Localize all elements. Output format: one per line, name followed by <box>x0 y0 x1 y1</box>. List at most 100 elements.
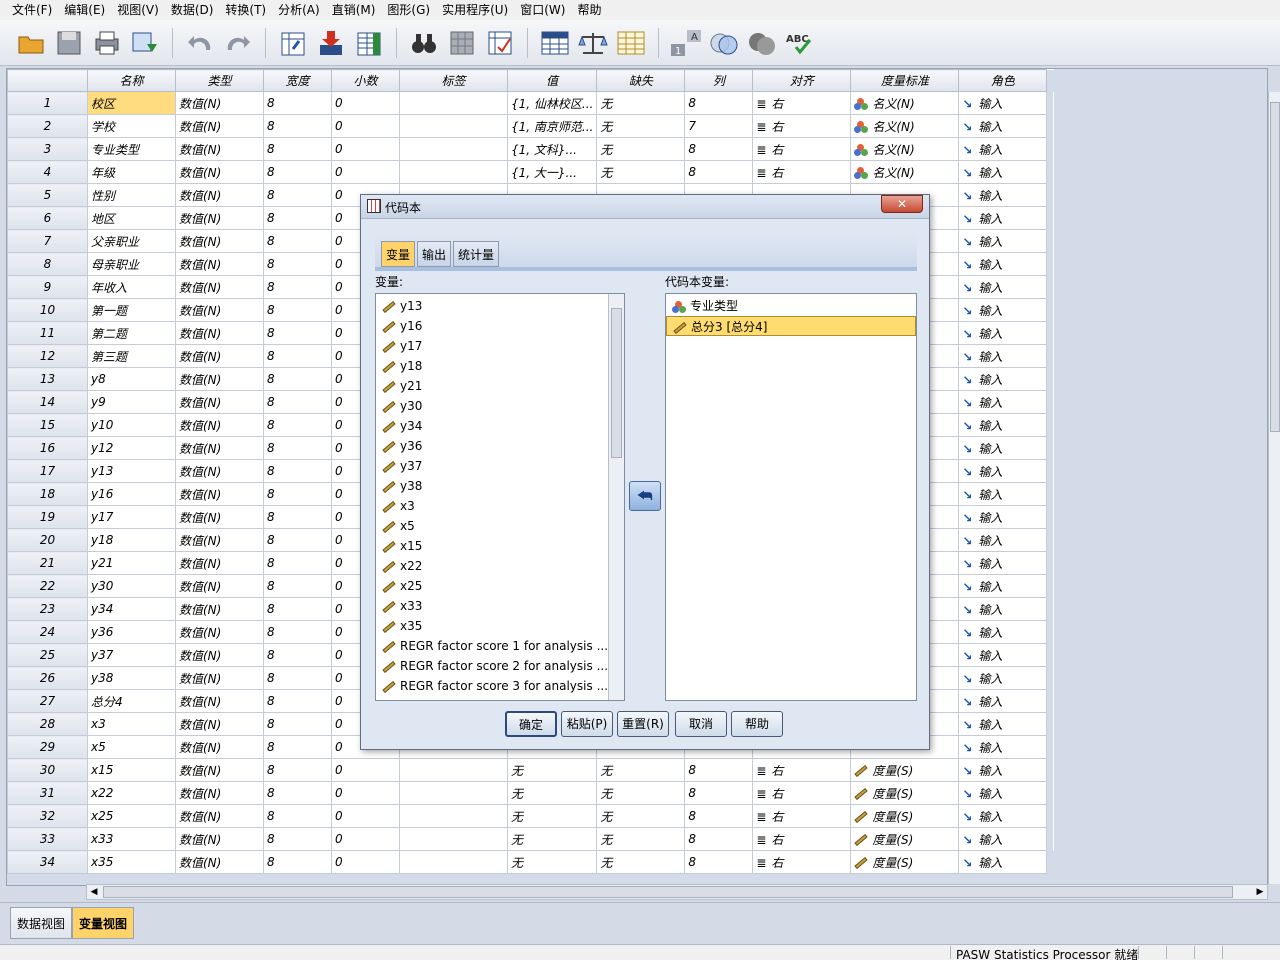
select-cases-icon[interactable] <box>538 26 572 60</box>
grid-cell[interactable]: 7 <box>684 114 754 138</box>
grid-cell[interactable]: ↘ 输入 <box>958 390 1048 414</box>
grid-cell[interactable]: 8 <box>684 137 754 161</box>
grid-cell[interactable]: 无 <box>596 91 686 115</box>
row-number[interactable]: 3 <box>7 137 88 161</box>
grid-cell[interactable]: y10 <box>87 413 176 437</box>
row-number[interactable]: 8 <box>7 252 88 276</box>
grid-cell[interactable]: x5 <box>87 735 176 759</box>
grid-cell[interactable]: 数值(N) <box>175 344 264 368</box>
grid-cell[interactable]: 数值(N) <box>175 758 264 782</box>
column-header[interactable]: 列 <box>684 69 754 92</box>
row-number[interactable]: 22 <box>7 574 88 598</box>
grid-cell[interactable]: ↘ 输入 <box>958 459 1048 483</box>
row-number[interactable]: 23 <box>7 597 88 621</box>
grid-cell[interactable]: 8 <box>684 827 754 851</box>
grid-cell[interactable] <box>399 160 508 184</box>
grid-cell[interactable]: ↘ 输入 <box>958 321 1048 345</box>
grid-cell[interactable]: 数值(N) <box>175 827 264 851</box>
column-header[interactable]: 角色 <box>958 69 1048 92</box>
grid-cell[interactable]: 无 <box>596 160 686 184</box>
grid-cell[interactable]: ≣ 右 <box>752 850 852 874</box>
grid-cell[interactable]: 8 <box>263 804 332 828</box>
tab-statistics[interactable]: 统计量 <box>453 241 500 267</box>
tab-data-view[interactable]: 数据视图 <box>10 907 73 939</box>
grid-cell[interactable]: 度量(S) <box>850 758 960 782</box>
grid-cell[interactable]: ↘ 输入 <box>958 413 1048 437</box>
grid-cell[interactable]: 数值(N) <box>175 367 264 391</box>
grid-cell[interactable]: 数值(N) <box>175 137 264 161</box>
grid-cell[interactable]: 8 <box>263 712 332 736</box>
grid-cell[interactable]: 年收入 <box>87 275 176 299</box>
grid-cell[interactable]: ↘ 输入 <box>958 206 1048 230</box>
ok-button[interactable]: 确定 <box>505 711 557 737</box>
grid-cell[interactable]: 度量(S) <box>850 781 960 805</box>
grid-cell[interactable]: x33 <box>87 827 176 851</box>
grid-cell[interactable]: 8 <box>263 505 332 529</box>
circles-icon[interactable] <box>745 26 779 60</box>
grid-cell[interactable]: 数值(N) <box>175 643 264 667</box>
grid-cell[interactable]: 数值(N) <box>175 666 264 690</box>
grid-cell[interactable]: ↘ 输入 <box>958 850 1048 874</box>
column-header[interactable]: 类型 <box>175 69 264 92</box>
goto-case-icon[interactable] <box>276 26 310 60</box>
grid-cell[interactable]: y16 <box>87 482 176 506</box>
dialog-title-bar[interactable]: 代码本 ✕ <box>361 195 929 219</box>
grid-cell[interactable]: 0 <box>331 758 400 782</box>
source-list-scroll-thumb[interactable] <box>611 308 622 458</box>
reset-button[interactable]: 重置(R) <box>617 711 669 737</box>
grid-cell[interactable]: 8 <box>684 804 754 828</box>
show-all-icon[interactable]: 1A <box>669 26 703 60</box>
grid-cell[interactable]: ↘ 输入 <box>958 528 1048 552</box>
grid-cell[interactable]: ≣ 右 <box>752 91 852 115</box>
grid-cell[interactable]: 数值(N) <box>175 275 264 299</box>
row-number[interactable]: 7 <box>7 229 88 253</box>
goto-variable-icon[interactable] <box>314 26 348 60</box>
column-header[interactable]: 度量标准 <box>850 69 960 92</box>
grid-cell[interactable]: 数值(N) <box>175 229 264 253</box>
grid-cell[interactable]: y12 <box>87 436 176 460</box>
grid-cell[interactable]: ≣ 右 <box>752 137 852 161</box>
grid-cell[interactable]: 8 <box>263 275 332 299</box>
corner-header[interactable] <box>7 69 88 92</box>
list-item[interactable]: 专业类型 <box>666 296 916 316</box>
codebook-variable-list[interactable]: 专业类型 总分3 [总分4] <box>665 293 917 701</box>
grid-cell[interactable]: ↘ 输入 <box>958 252 1048 276</box>
grid-cell[interactable]: 数值(N) <box>175 413 264 437</box>
column-header[interactable]: 小数 <box>331 69 400 92</box>
redo-icon[interactable] <box>221 26 255 60</box>
grid-cell[interactable]: 0 <box>331 781 400 805</box>
grid-cell[interactable]: ↘ 输入 <box>958 436 1048 460</box>
row-number[interactable]: 16 <box>7 436 88 460</box>
grid-cell[interactable]: 8 <box>263 91 332 115</box>
grid-cell[interactable]: ↘ 输入 <box>958 160 1048 184</box>
menu-item[interactable]: 窗口(W) <box>514 0 571 20</box>
grid-cell[interactable]: 8 <box>684 850 754 874</box>
grid-cell[interactable]: 无 <box>506 850 598 874</box>
grid-cell[interactable]: ≣ 右 <box>752 781 852 805</box>
grid-cell[interactable]: 无 <box>506 781 598 805</box>
grid-cell[interactable]: 8 <box>263 321 332 345</box>
row-number[interactable]: 5 <box>7 183 88 207</box>
grid-cell[interactable]: {1, 南京师范... <box>506 114 598 138</box>
grid-cell[interactable]: {1, 文科}... <box>506 137 598 161</box>
column-header[interactable]: 值 <box>506 69 598 92</box>
row-number[interactable]: 18 <box>7 482 88 506</box>
list-item[interactable]: x3 <box>376 496 624 516</box>
grid-cell[interactable]: 数值(N) <box>175 252 264 276</box>
grid-cell[interactable]: ↘ 输入 <box>958 781 1048 805</box>
grid-cell[interactable]: ↘ 输入 <box>958 735 1048 759</box>
grid-cell[interactable]: y21 <box>87 551 176 575</box>
row-number[interactable]: 17 <box>7 459 88 483</box>
help-button[interactable]: 帮助 <box>731 711 783 737</box>
grid-cell[interactable]: 8 <box>263 827 332 851</box>
grid-cell[interactable]: 0 <box>331 827 400 851</box>
grid-cell[interactable]: x15 <box>87 758 176 782</box>
grid-cell[interactable]: y37 <box>87 643 176 667</box>
grid-cell[interactable]: 8 <box>263 229 332 253</box>
grid-cell[interactable]: 8 <box>263 114 332 138</box>
row-number[interactable]: 25 <box>7 643 88 667</box>
list-item[interactable]: x5 <box>376 516 624 536</box>
row-number[interactable]: 13 <box>7 367 88 391</box>
grid-cell[interactable]: ↘ 输入 <box>958 643 1048 667</box>
grid-cell[interactable]: 数值(N) <box>175 298 264 322</box>
